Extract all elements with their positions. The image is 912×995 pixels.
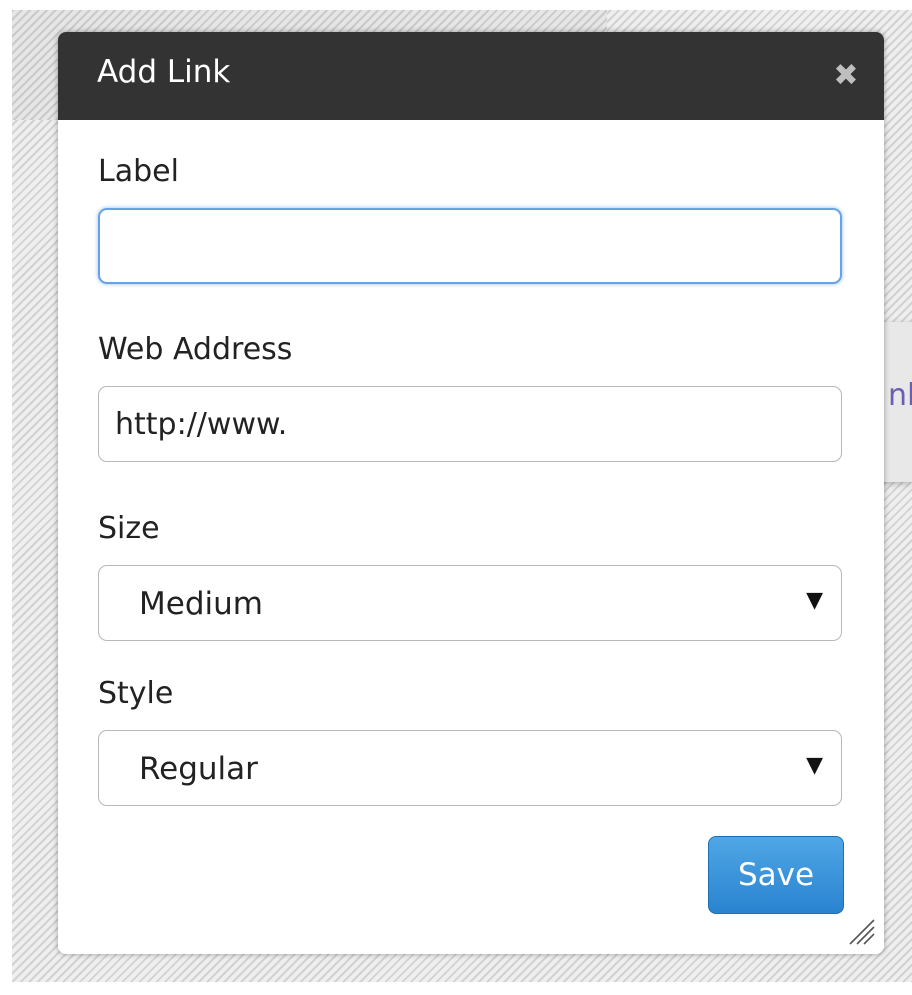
add-link-dialog: Add Link ✖ Label Web Address Size Medium…	[58, 32, 884, 954]
size-select[interactable]: Medium ▼	[98, 565, 842, 641]
label-field-label: Label	[98, 154, 179, 189]
dialog-title: Add Link	[97, 54, 231, 90]
style-select[interactable]: Regular ▼	[98, 730, 842, 806]
size-label: Size	[98, 511, 160, 546]
save-button[interactable]: Save	[708, 836, 844, 914]
chevron-down-icon: ▼	[806, 753, 823, 778]
style-selected-value: Regular	[139, 751, 258, 787]
resize-handle-icon[interactable]	[846, 916, 876, 946]
left-edge	[0, 0, 12, 995]
bottom-edge	[0, 982, 912, 995]
background-card-text: nl	[888, 378, 912, 413]
web-address-input[interactable]	[98, 386, 842, 462]
label-input[interactable]	[98, 208, 842, 284]
web-address-label: Web Address	[98, 332, 293, 367]
top-edge	[0, 0, 912, 10]
style-label: Style	[98, 676, 174, 711]
chevron-down-icon: ▼	[806, 588, 823, 613]
close-icon[interactable]: ✖	[826, 56, 866, 96]
size-selected-value: Medium	[139, 586, 263, 622]
dialog-titlebar: Add Link ✖	[58, 32, 884, 120]
